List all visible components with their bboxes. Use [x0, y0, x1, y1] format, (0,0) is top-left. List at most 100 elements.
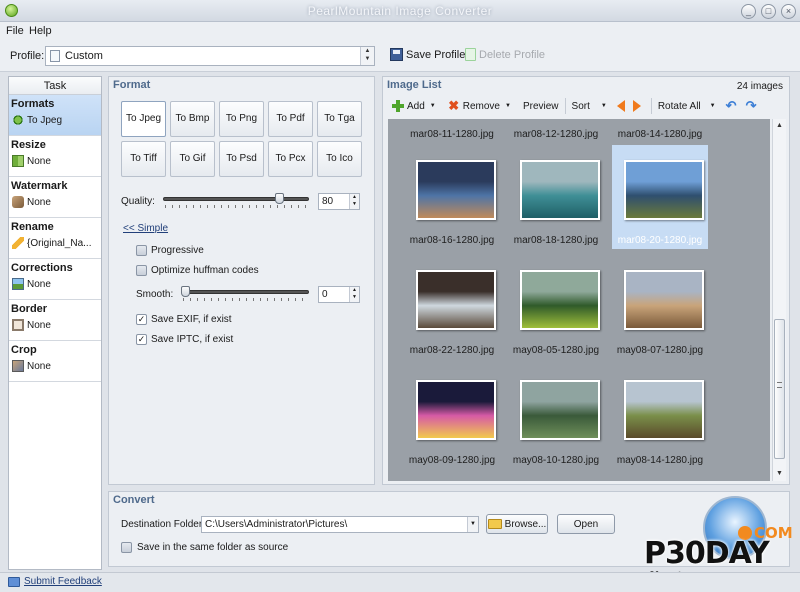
border-icon: [12, 319, 24, 331]
quality-slider[interactable]: [163, 197, 309, 201]
image-thumbnail[interactable]: [520, 270, 600, 330]
task-value: None: [27, 196, 51, 208]
simple-link[interactable]: << Simple: [123, 223, 168, 234]
to-pdf-button[interactable]: To Pdf: [268, 101, 313, 137]
move-left-arrow-icon[interactable]: [616, 100, 625, 112]
task-corrections[interactable]: Corrections None: [9, 259, 101, 300]
convert-title: Convert: [113, 494, 155, 506]
to-tga-button[interactable]: To Tga: [317, 101, 362, 137]
same-folder-label: Save in the same folder as source: [137, 542, 289, 553]
progressive-checkbox[interactable]: [136, 245, 147, 256]
to-png-button[interactable]: To Png: [219, 101, 264, 137]
remove-button[interactable]: ✖ Remove ▼: [442, 96, 517, 116]
save-exif-checkbox[interactable]: ✓: [136, 314, 147, 325]
task-crop[interactable]: Crop None: [9, 341, 101, 382]
task-formats[interactable]: Formats To Jpeg: [9, 95, 101, 136]
image-item[interactable]: may08-07-1280.jpg: [612, 255, 708, 359]
menu-file[interactable]: File: [6, 25, 24, 37]
image-name: may08-09-1280.jpg: [408, 455, 496, 466]
to-gif-button[interactable]: To Gif: [170, 141, 215, 177]
image-list-scrollbar[interactable]: ▲ ▼: [772, 119, 786, 481]
image-item[interactable]: mar08-18-1280.jpg: [508, 145, 604, 249]
image-name: mar08-18-1280.jpg: [513, 235, 599, 246]
scroll-down-icon[interactable]: ▼: [773, 467, 786, 480]
image-thumbnail[interactable]: [416, 270, 496, 330]
image-item[interactable]: may08-14-1280.jpg: [612, 365, 708, 469]
image-thumbnail[interactable]: [624, 270, 704, 330]
task-watermark[interactable]: Watermark None: [9, 177, 101, 218]
destination-folder-input[interactable]: C:\Users\Administrator\Pictures\ ▼: [201, 516, 479, 533]
menu-help[interactable]: Help: [29, 25, 52, 37]
task-resize[interactable]: Resize None: [9, 136, 101, 177]
to-bmp-button[interactable]: To Bmp: [170, 101, 215, 137]
sort-button[interactable]: Sort ▼: [566, 96, 613, 116]
preview-button[interactable]: Preview: [517, 96, 565, 116]
image-thumbnail[interactable]: [416, 380, 496, 440]
quality-input[interactable]: 80 ▲ ▼: [318, 193, 360, 210]
submit-feedback-link[interactable]: Submit Feedback: [24, 576, 102, 587]
image-item[interactable]: mar08-20-1280.jpg: [612, 145, 708, 249]
spinner-arrows-icon[interactable]: ▲ ▼: [349, 194, 359, 209]
rotate-all-label: Rotate All: [657, 100, 701, 112]
open-button[interactable]: Open: [557, 514, 615, 534]
move-right-arrow-icon[interactable]: [632, 100, 641, 112]
save-profile-label: Save Profile: [406, 48, 466, 61]
smooth-slider-thumb[interactable]: [181, 286, 190, 297]
quality-slider-thumb[interactable]: [274, 193, 284, 204]
chevron-down-icon[interactable]: ▼: [467, 517, 478, 532]
huffman-label: Optimize huffman codes: [151, 265, 259, 276]
scrollbar-thumb[interactable]: [774, 319, 785, 459]
rotate-left-icon[interactable]: ↶: [726, 99, 738, 112]
task-rename[interactable]: Rename {Original_Na...: [9, 218, 101, 259]
smooth-input[interactable]: 0 ▲ ▼: [318, 286, 360, 303]
image-item[interactable]: mar08-22-1280.jpg: [404, 255, 500, 359]
image-item[interactable]: mar08-12-1280.jpg: [508, 119, 604, 145]
to-pcx-button[interactable]: To Pcx: [268, 141, 313, 177]
image-thumbnail[interactable]: [520, 160, 600, 220]
minimize-button[interactable]: _: [741, 4, 756, 19]
save-profile-button[interactable]: Save Profile: [390, 48, 465, 61]
scroll-up-icon[interactable]: ▲: [773, 119, 786, 132]
huffman-checkbox[interactable]: [136, 265, 147, 276]
save-iptc-checkbox[interactable]: ✓: [136, 334, 147, 345]
title-bar: PearlMountain Image Converter _ □ ×: [0, 0, 800, 22]
chevron-down-icon: ▼: [429, 103, 436, 109]
task-border[interactable]: Border None: [9, 300, 101, 341]
same-folder-checkbox[interactable]: [121, 542, 132, 553]
to-jpeg-button[interactable]: To Jpeg: [121, 101, 166, 137]
image-thumbnail[interactable]: [624, 380, 704, 440]
to-ico-button[interactable]: To Ico: [317, 141, 362, 177]
browse-button[interactable]: Browse...: [486, 514, 548, 534]
window-title: PearlMountain Image Converter: [307, 4, 493, 18]
close-button[interactable]: ×: [781, 4, 796, 19]
rotate-all-button[interactable]: Rotate All ▼: [652, 96, 722, 116]
task-value: None: [27, 155, 51, 167]
image-item[interactable]: may08-09-1280.jpg: [404, 365, 500, 469]
to-psd-button[interactable]: To Psd: [219, 141, 264, 177]
image-item[interactable]: mar08-16-1280.jpg: [404, 145, 500, 249]
image-item[interactable]: mar08-14-1280.jpg: [612, 119, 708, 145]
quality-value: 80: [322, 196, 334, 207]
image-list-panel: Image List 24 images Add ▼ ✖ Remove ▼ Pr…: [382, 76, 790, 485]
spinner-arrows-icon[interactable]: ▲ ▼: [349, 287, 359, 302]
task-title: Resize: [11, 139, 46, 151]
add-label: Add: [407, 100, 425, 112]
image-item[interactable]: mar08-11-1280.jpg: [404, 119, 500, 145]
spinner-arrows-icon[interactable]: ▲ ▼: [360, 47, 374, 65]
image-thumbnail[interactable]: [624, 160, 704, 220]
task-title: Border: [11, 303, 48, 315]
smooth-slider[interactable]: [181, 290, 309, 294]
delete-profile-button[interactable]: Delete Profile: [465, 48, 545, 61]
image-gallery[interactable]: mar08-11-1280.jpg mar08-12-1280.jpg mar0…: [388, 119, 770, 481]
image-item[interactable]: may08-05-1280.jpg: [508, 255, 604, 359]
rotate-right-icon[interactable]: ↷: [746, 99, 758, 112]
image-thumbnail[interactable]: [416, 160, 496, 220]
add-button[interactable]: Add ▼: [386, 96, 442, 116]
chevron-down-icon: ▼: [505, 103, 511, 109]
profile-select[interactable]: Custom ▲ ▼: [45, 46, 375, 66]
to-tiff-button[interactable]: To Tiff: [121, 141, 166, 177]
maximize-button[interactable]: □: [761, 4, 776, 19]
pencil-icon: [12, 237, 24, 249]
image-item[interactable]: may08-10-1280.jpg: [508, 365, 604, 469]
image-thumbnail[interactable]: [520, 380, 600, 440]
